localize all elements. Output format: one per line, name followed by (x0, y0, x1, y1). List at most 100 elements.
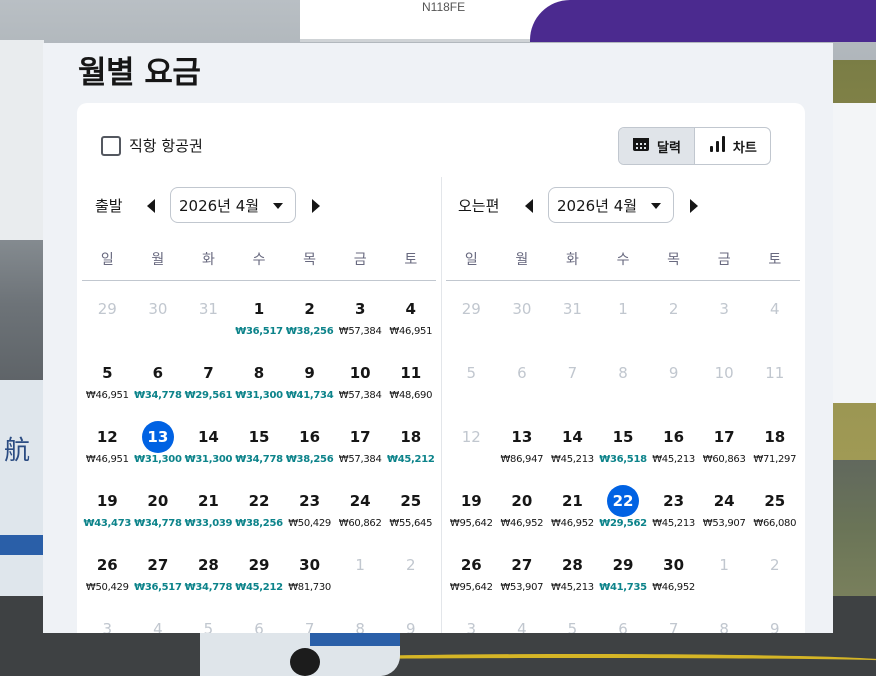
day-cell[interactable]: 13 ₩86,947 (497, 421, 548, 485)
day-number[interactable]: 16 (294, 421, 326, 453)
day-number[interactable]: 11 (395, 357, 427, 389)
day-cell[interactable]: 16 ₩38,256 (284, 421, 335, 485)
day-number[interactable]: 24 (344, 485, 376, 517)
day-number[interactable]: 27 (506, 549, 538, 581)
day-cell[interactable]: 12 ₩46,951 (82, 421, 133, 485)
day-cell[interactable]: 30 ₩46,952 (648, 549, 699, 613)
day-number[interactable]: 18 (395, 421, 427, 453)
day-cell[interactable]: 28 ₩34,778 (183, 549, 234, 613)
day-cell[interactable]: 11 ₩48,690 (385, 357, 436, 421)
day-cell[interactable]: 18 ₩45,212 (385, 421, 436, 485)
day-number[interactable]: 20 (506, 485, 538, 517)
chart-view-button[interactable]: 차트 (693, 128, 770, 164)
day-cell[interactable]: 2 ₩38,256 (284, 293, 335, 357)
day-number[interactable]: 9 (294, 357, 326, 389)
day-cell[interactable]: 21 ₩33,039 (183, 485, 234, 549)
day-number[interactable]: 22 (243, 485, 275, 517)
day-cell[interactable]: 24 ₩53,907 (699, 485, 750, 549)
day-cell[interactable]: 3 ₩57,384 (335, 293, 386, 357)
day-number[interactable]: 5 (91, 357, 123, 389)
day-cell[interactable]: 28 ₩45,213 (547, 549, 598, 613)
day-number[interactable]: 29 (607, 549, 639, 581)
day-number[interactable]: 8 (243, 357, 275, 389)
calendar-view-button[interactable]: 달력 (619, 128, 694, 164)
day-number[interactable]: 15 (607, 421, 639, 453)
next-month-button[interactable] (307, 197, 325, 215)
next-month-button[interactable] (685, 197, 703, 215)
day-number[interactable]: 15 (243, 421, 275, 453)
selected-day-cell[interactable]: 22 ₩29,562 (598, 485, 649, 549)
day-number[interactable]: 19 (91, 485, 123, 517)
selected-day-cell[interactable]: 13 ₩31,300 (133, 421, 184, 485)
day-cell[interactable]: 19 ₩43,473 (82, 485, 133, 549)
day-number[interactable]: 21 (556, 485, 588, 517)
day-number[interactable]: 10 (344, 357, 376, 389)
checkbox-box[interactable] (101, 135, 121, 156)
day-cell[interactable]: 10 ₩57,384 (335, 357, 386, 421)
direct-flights-checkbox[interactable]: 직항 항공권 (101, 135, 203, 156)
day-number[interactable]: 4 (395, 293, 427, 325)
day-number[interactable]: 27 (142, 549, 174, 581)
day-cell[interactable]: 20 ₩46,952 (497, 485, 548, 549)
day-number[interactable]: 17 (708, 421, 740, 453)
day-cell[interactable]: 26 ₩95,642 (446, 549, 497, 613)
day-number[interactable]: 28 (192, 549, 224, 581)
day-number[interactable]: 30 (294, 549, 326, 581)
day-cell[interactable]: 6 ₩34,778 (133, 357, 184, 421)
day-number[interactable]: 16 (658, 421, 690, 453)
day-cell[interactable]: 23 ₩50,429 (284, 485, 335, 549)
day-cell[interactable]: 29 ₩41,735 (598, 549, 649, 613)
day-cell[interactable]: 20 ₩34,778 (133, 485, 184, 549)
day-number[interactable]: 23 (658, 485, 690, 517)
day-cell[interactable]: 14 ₩31,300 (183, 421, 234, 485)
day-cell[interactable]: 19 ₩95,642 (446, 485, 497, 549)
day-cell[interactable]: 4 ₩46,951 (385, 293, 436, 357)
day-number[interactable]: 25 (759, 485, 791, 517)
prev-month-button[interactable] (520, 197, 538, 215)
day-number[interactable]: 19 (455, 485, 487, 517)
day-number[interactable]: 26 (91, 549, 123, 581)
day-number[interactable]: 14 (556, 421, 588, 453)
day-number[interactable]: 6 (142, 357, 174, 389)
day-cell[interactable]: 26 ₩50,429 (82, 549, 133, 613)
day-cell[interactable]: 30 ₩81,730 (284, 549, 335, 613)
day-number[interactable]: 26 (455, 549, 487, 581)
day-cell[interactable]: 14 ₩45,213 (547, 421, 598, 485)
day-number[interactable]: 12 (91, 421, 123, 453)
day-cell[interactable]: 17 ₩60,863 (699, 421, 750, 485)
day-number[interactable]: 7 (192, 357, 224, 389)
day-number[interactable]: 28 (556, 549, 588, 581)
day-cell[interactable]: 29 ₩45,212 (234, 549, 285, 613)
day-number[interactable]: 30 (658, 549, 690, 581)
day-cell[interactable]: 16 ₩45,213 (648, 421, 699, 485)
day-number[interactable]: 14 (192, 421, 224, 453)
day-number[interactable]: 29 (243, 549, 275, 581)
day-cell[interactable]: 21 ₩46,952 (547, 485, 598, 549)
day-number[interactable]: 25 (395, 485, 427, 517)
day-cell[interactable]: 17 ₩57,384 (335, 421, 386, 485)
day-cell[interactable]: 25 ₩55,645 (385, 485, 436, 549)
day-number[interactable]: 1 (243, 293, 275, 325)
day-cell[interactable]: 24 ₩60,862 (335, 485, 386, 549)
day-cell[interactable]: 8 ₩31,300 (234, 357, 285, 421)
day-cell[interactable]: 9 ₩41,734 (284, 357, 335, 421)
day-cell[interactable]: 5 ₩46,951 (82, 357, 133, 421)
day-cell[interactable]: 22 ₩38,256 (234, 485, 285, 549)
day-number[interactable]: 20 (142, 485, 174, 517)
day-number[interactable]: 17 (344, 421, 376, 453)
return-month-select[interactable]: 2026년 4월 (548, 187, 674, 223)
outbound-month-select[interactable]: 2026년 4월 (170, 187, 296, 223)
day-number[interactable]: 22 (607, 485, 640, 517)
day-cell[interactable]: 1 ₩36,517 (234, 293, 285, 357)
day-number[interactable]: 21 (192, 485, 224, 517)
day-number[interactable]: 24 (708, 485, 740, 517)
day-number[interactable]: 13 (141, 421, 174, 453)
day-cell[interactable]: 15 ₩36,518 (598, 421, 649, 485)
day-cell[interactable]: 27 ₩36,517 (133, 549, 184, 613)
day-cell[interactable]: 23 ₩45,213 (648, 485, 699, 549)
day-number[interactable]: 2 (294, 293, 326, 325)
day-cell[interactable]: 27 ₩53,907 (497, 549, 548, 613)
day-cell[interactable]: 15 ₩34,778 (234, 421, 285, 485)
day-number[interactable]: 23 (294, 485, 326, 517)
day-cell[interactable]: 7 ₩29,561 (183, 357, 234, 421)
